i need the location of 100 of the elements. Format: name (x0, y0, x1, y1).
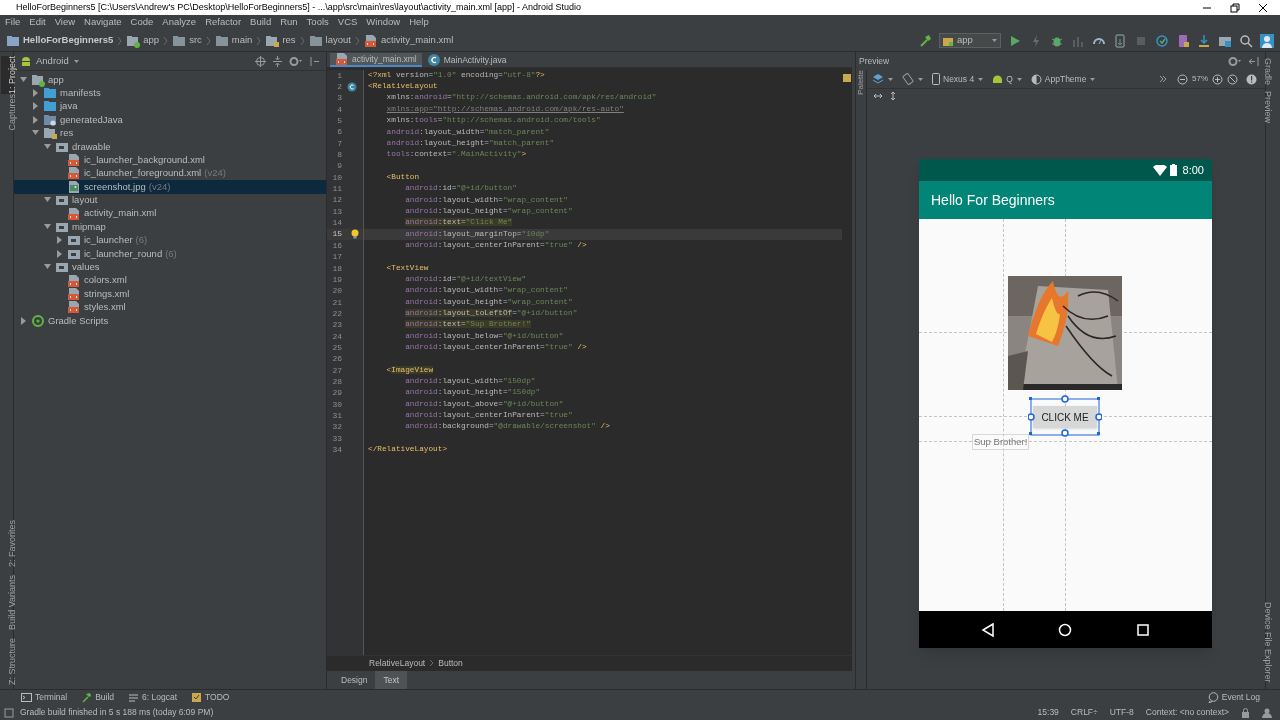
menu-item[interactable]: Edit (29, 15, 46, 30)
view-dropdown[interactable]: Android (36, 53, 80, 69)
breadcrumb-item[interactable]: app (143, 33, 160, 48)
tool-window-button[interactable]: Build (80, 691, 116, 704)
menu-item[interactable]: Refactor (205, 15, 242, 30)
tool-window-tab[interactable]: Gradle (1267, 58, 1279, 85)
run-config-dropdown[interactable]: app (939, 33, 1001, 48)
mode-tab[interactable]: Text (375, 671, 408, 689)
menu-item[interactable]: File (5, 15, 21, 30)
tool-window-button[interactable]: Terminal (20, 691, 69, 704)
menu-item[interactable]: VCS (337, 15, 358, 30)
file-encoding[interactable]: UTF-8 (1109, 706, 1134, 719)
class-icon[interactable] (347, 82, 357, 92)
tree-item[interactable]: colors.xml (14, 273, 326, 288)
lightbulb-icon[interactable] (350, 229, 360, 240)
zoom-in-icon[interactable] (1212, 73, 1223, 85)
tree-item[interactable]: mipmap (14, 220, 326, 234)
editor-tab[interactable]: MainActivity.java (421, 53, 512, 67)
caret-position[interactable]: 15:39 (1037, 706, 1059, 719)
mode-tab[interactable]: Design (333, 671, 376, 689)
tree-item[interactable]: layout (14, 193, 326, 207)
tree-item[interactable]: styles.xml (14, 300, 326, 315)
toolbar-dropdown[interactable]: Q (992, 72, 1023, 86)
user-icon[interactable] (1260, 33, 1274, 48)
menu-item[interactable]: Build (250, 15, 272, 30)
tool-window-tab[interactable]: Build Variants (0, 575, 13, 630)
tree-item[interactable]: strings.xml (14, 287, 326, 301)
tool-window-button[interactable]: TODO (190, 691, 231, 704)
overflow-icon[interactable] (1159, 75, 1167, 83)
tool-window-tab[interactable]: Palette (852, 70, 870, 95)
collapse-icon[interactable] (272, 55, 283, 67)
tree-item[interactable]: values (14, 260, 326, 274)
rotate-icon (902, 73, 914, 85)
editor-tab[interactable]: activity_main.xml (330, 53, 422, 67)
breadcrumb-item[interactable]: main (231, 33, 253, 48)
tree-item[interactable]: drawable (14, 139, 326, 154)
tree-item[interactable]: manifests (14, 86, 326, 100)
tool-window-tab[interactable]: 2: Favorites (0, 520, 13, 568)
toolbar-dropdown[interactable]: AppTheme (1030, 72, 1097, 86)
tool-window-button[interactable]: Event Log (1207, 691, 1260, 704)
tree-item[interactable]: res (14, 126, 326, 140)
toolbar-dropdown[interactable] (902, 73, 924, 85)
menu-item[interactable]: Analyze (162, 15, 197, 30)
layout-toggle-icon[interactable] (4, 707, 14, 718)
tree-item[interactable]: ic_launcher_background.xml (14, 153, 326, 167)
warning-icon[interactable] (1246, 73, 1257, 85)
breadcrumb-item[interactable]: res (282, 33, 296, 48)
horizontal-arrows-icon[interactable] (873, 92, 883, 100)
recents-icon[interactable] (1136, 622, 1151, 637)
sync-icon[interactable] (1155, 33, 1169, 48)
preview-button[interactable]: CLICK ME (1033, 406, 1097, 428)
home-icon[interactable] (1058, 622, 1073, 637)
crosshair-icon[interactable] (255, 55, 266, 67)
breadcrumb-item[interactable]: src (189, 33, 202, 48)
tool-window-button[interactable]: 6: Logcat (127, 691, 178, 704)
line-number: 15 (331, 228, 342, 241)
menu-item[interactable]: Code (130, 15, 154, 30)
restore-icon[interactable] (1230, 2, 1240, 13)
lock-icon[interactable] (1241, 707, 1250, 718)
user-icon[interactable] (1262, 707, 1272, 718)
menu-item[interactable]: View (54, 15, 76, 30)
tree-item[interactable]: activity_main.xml (14, 206, 326, 221)
folder-icon (6, 33, 20, 48)
download-icon[interactable] (1197, 33, 1211, 48)
breadcrumb-item[interactable]: HelloForBeginners5 (23, 33, 114, 48)
tree-item[interactable]: Gradle Scripts (14, 314, 326, 328)
vertical-arrows-icon[interactable] (889, 91, 897, 101)
tree-item[interactable]: screenshot.jpg (v24) (14, 180, 326, 194)
settings-icon[interactable] (289, 55, 303, 67)
back-icon[interactable] (980, 622, 995, 637)
xml-file-icon (363, 33, 378, 48)
phone-icon[interactable] (1113, 33, 1127, 48)
menu-item[interactable]: Run (280, 15, 298, 30)
menu-item[interactable]: Help (409, 15, 429, 30)
search-icon[interactable] (1239, 33, 1253, 48)
tree-item[interactable]: java (14, 99, 326, 114)
tree-item[interactable]: app (14, 73, 326, 87)
menu-item[interactable]: Navigate (84, 15, 122, 30)
phone-icon[interactable] (1176, 33, 1190, 48)
tool-window-tab[interactable]: Z: Structure (0, 638, 13, 685)
settings-icon[interactable] (1228, 55, 1242, 67)
tool-window-tab[interactable]: Preview (1267, 91, 1279, 124)
menu-item[interactable]: Window (366, 15, 401, 30)
close-icon[interactable] (1258, 2, 1268, 13)
breadcrumb-item[interactable]: Button (438, 656, 463, 670)
line-number: 23 (331, 319, 342, 332)
toolbar-dropdown[interactable]: Nexus 4 (932, 72, 985, 86)
toolbar-dropdown[interactable] (872, 73, 894, 85)
zoom-out-icon[interactable] (1177, 73, 1188, 85)
menu-item[interactable]: Tools (306, 15, 329, 30)
breadcrumb-item[interactable]: RelativeLayout (369, 656, 426, 670)
hammer-icon[interactable] (918, 33, 932, 48)
breadcrumb-item[interactable]: layout (325, 33, 351, 48)
line-separator[interactable]: CRLF÷ (1070, 706, 1098, 719)
breadcrumb-item[interactable]: activity_main.xml (380, 33, 454, 48)
hide-icon[interactable] (309, 55, 320, 67)
run-icon[interactable] (1008, 33, 1022, 48)
hide-icon[interactable] (1248, 55, 1259, 67)
zoom-fit-icon[interactable] (1227, 73, 1238, 85)
selection-handles[interactable] (1028, 395, 1102, 437)
